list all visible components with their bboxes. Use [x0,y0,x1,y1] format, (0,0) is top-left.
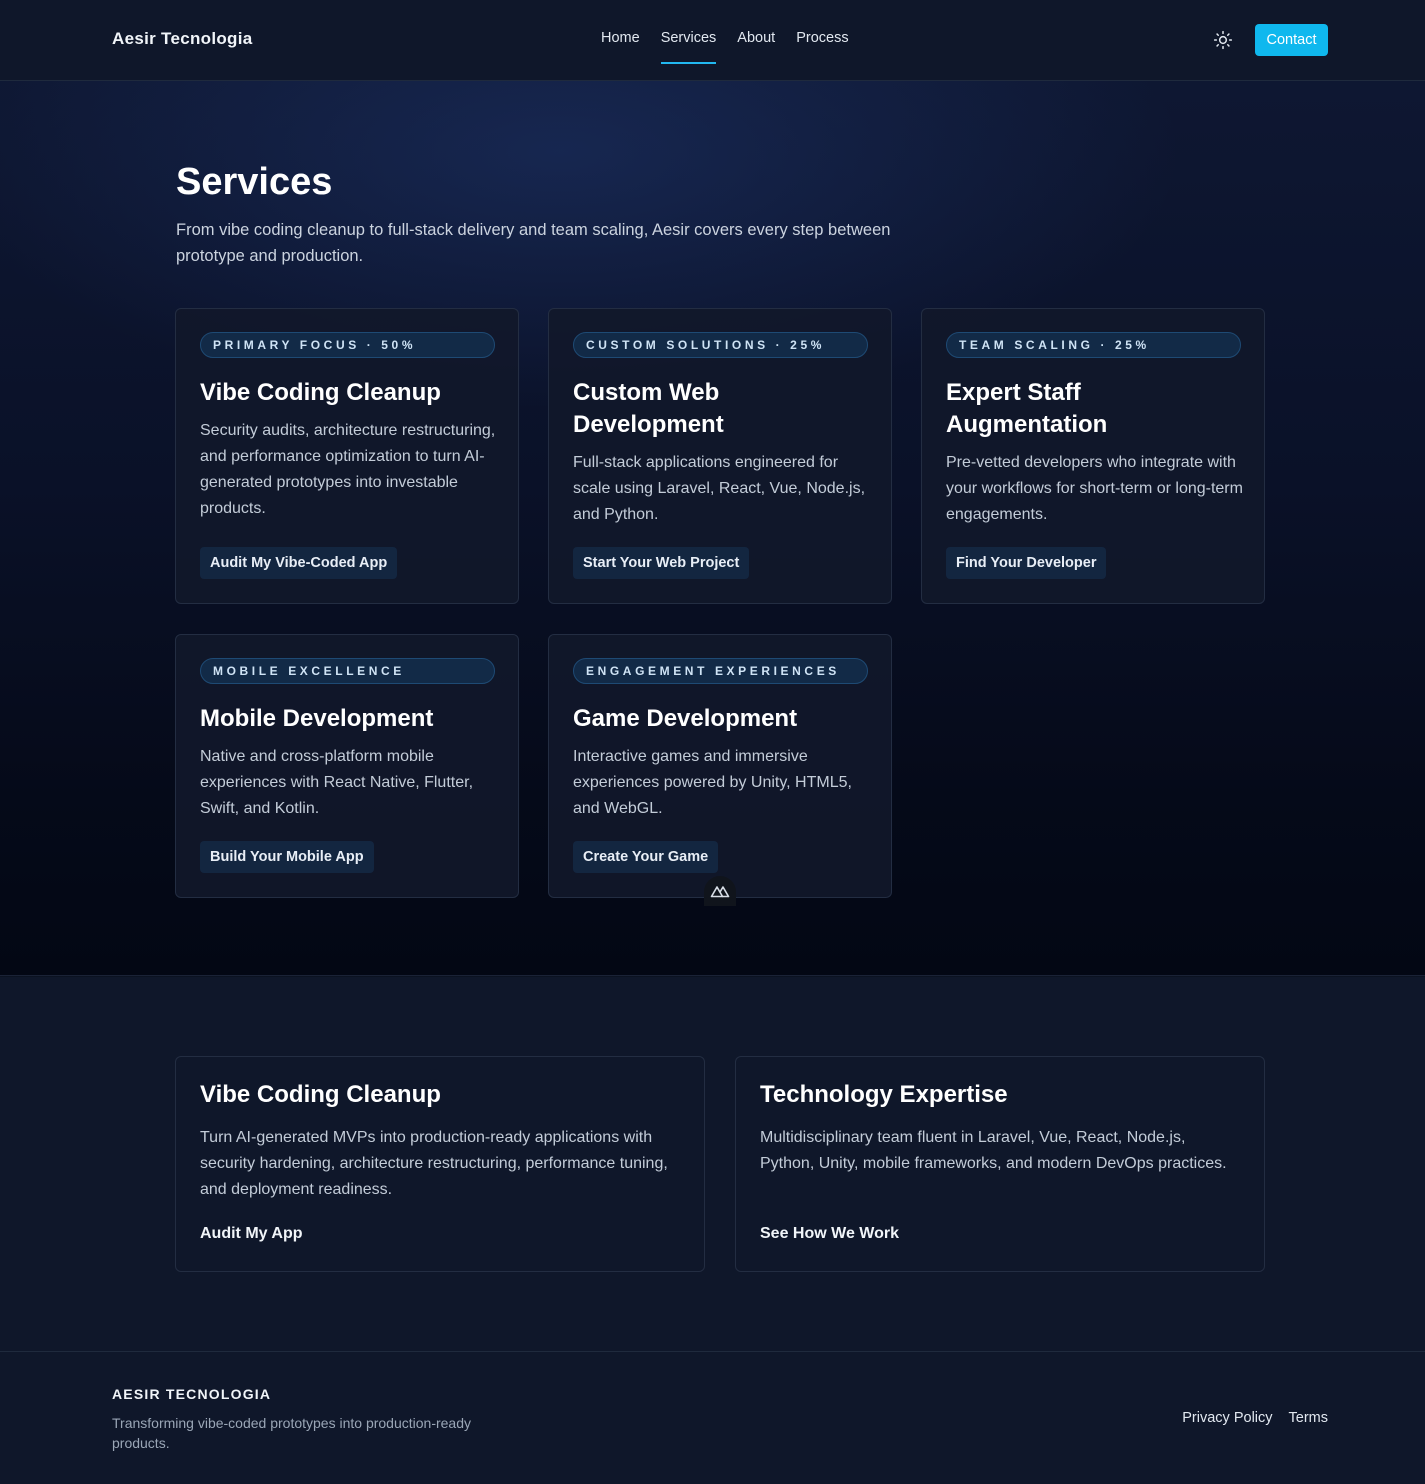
page-intro: From vibe coding cleanup to full-stack d… [176,221,891,265]
privacy-policy-link[interactable]: Privacy Policy [1182,1410,1272,1426]
service-description: Native and cross-platform mobile experie… [200,748,474,817]
page-title: Services [176,161,333,203]
feature-title: Technology Expertise [760,1081,1008,1108]
create-game-button[interactable]: Create Your Game [573,841,719,873]
nav-about[interactable]: About [737,30,775,46]
footer-links: Privacy Policy Terms [1182,1410,1328,1426]
feature-card-technology: Technology Expertise Multidisciplinary t… [735,1056,1265,1272]
site-header: Aesir Tecnologia Home Services About Pro… [0,0,1425,81]
service-card-game: ENGAGEMENT EXPERIENCES Game Development … [548,634,892,898]
audit-vibe-app-button[interactable]: Audit My Vibe-Coded App [200,547,398,579]
see-how-we-work-link[interactable]: See How We Work [760,1225,899,1243]
footer-tagline: Transforming vibe-coded prototypes into … [112,1415,472,1451]
terms-link[interactable]: Terms [1289,1410,1328,1426]
theme-toggle-button[interactable] [1211,28,1235,52]
service-card-staff-augmentation: TEAM SCALING · 25% Expert Staff Augmenta… [921,308,1265,604]
contact-button[interactable]: Contact [1255,24,1328,56]
service-card-custom-web: CUSTOM SOLUTIONS · 25% Custom Web Develo… [548,308,892,604]
service-badge: PRIMARY FOCUS · 50% [200,332,495,358]
feature-description: Turn AI-generated MVPs into production-r… [200,1129,668,1198]
main-nav: Home Services About Process [601,30,849,64]
site-footer: AESIR TECNOLOGIA Transforming vibe-coded… [0,1351,1425,1484]
audit-my-app-link[interactable]: Audit My App [200,1225,303,1243]
service-description: Security audits, architecture restructur… [200,422,496,517]
service-badge: ENGAGEMENT EXPERIENCES [573,658,868,684]
service-description: Full-stack applications engineered for s… [573,454,866,523]
footer-brand: AESIR TECNOLOGIA [112,1386,272,1402]
features-section: Vibe Coding Cleanup Turn AI-generated MV… [0,977,1425,1351]
service-title: Mobile Development [200,705,434,732]
nav-services[interactable]: Services [660,30,716,64]
service-card-vibe-cleanup: PRIMARY FOCUS · 50% Vibe Coding Cleanup … [175,308,519,604]
nuxt-devtools-icon [710,886,730,898]
nav-home[interactable]: Home [601,30,640,46]
feature-title: Vibe Coding Cleanup [200,1081,441,1108]
service-card-mobile: MOBILE EXCELLENCE Mobile Development Nat… [175,634,519,898]
build-mobile-app-button[interactable]: Build Your Mobile App [200,841,374,873]
brand-logo-text[interactable]: Aesir Tecnologia [112,29,253,49]
feature-description: Multidisciplinary team fluent in Laravel… [760,1129,1227,1172]
sun-icon [1213,30,1233,50]
start-web-project-button[interactable]: Start Your Web Project [573,547,750,579]
feature-card-vibe-cleanup: Vibe Coding Cleanup Turn AI-generated MV… [175,1056,705,1272]
nav-process[interactable]: Process [796,30,848,46]
service-title: Expert Staff Augmentation [946,379,1108,438]
service-title: Custom Web Development [573,379,724,438]
service-badge: TEAM SCALING · 25% [946,332,1241,358]
services-section: Services From vibe coding cleanup to ful… [0,81,1425,976]
find-developer-button[interactable]: Find Your Developer [946,547,1107,579]
service-title: Vibe Coding Cleanup [200,379,441,406]
service-description: Pre-vetted developers who integrate with… [946,454,1243,523]
service-description: Interactive games and immersive experien… [573,748,852,817]
service-badge: MOBILE EXCELLENCE [200,658,495,684]
devtools-toggle-button[interactable] [704,876,736,906]
service-title: Game Development [573,705,798,732]
service-badge: CUSTOM SOLUTIONS · 25% [573,332,868,358]
